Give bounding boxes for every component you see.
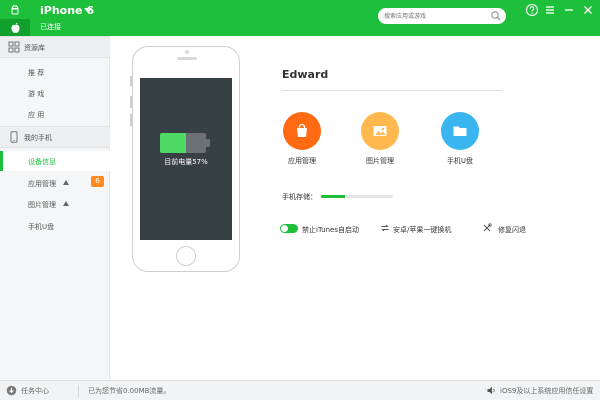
sidebar: 资源库 推 荐 游 戏 应 用 我的手机 设备信息 应用管理 6 图片管理 手机… — [0, 36, 110, 380]
battery-icon — [160, 133, 206, 153]
phone-illustration: 目前电量57% — [132, 46, 240, 272]
close-icon[interactable] — [581, 3, 595, 17]
sidebar-item-app-manager[interactable]: 应用管理 6 — [0, 173, 110, 193]
repair-tools-icon[interactable] — [482, 223, 492, 233]
section-my-phone: 我的手机 — [0, 126, 110, 148]
grid-icon — [8, 41, 20, 53]
fix-crash-button[interactable]: 修复闪退 — [498, 225, 526, 235]
sidebar-item-apps[interactable]: 应 用 — [0, 104, 110, 124]
minimize-icon[interactable] — [562, 3, 576, 17]
device-dropdown-icon[interactable] — [84, 8, 92, 13]
phone-speaker — [177, 57, 197, 60]
storage-label: 手机存储： — [282, 193, 317, 201]
section-resources-label: 资源库 — [24, 44, 45, 52]
apple-tab[interactable] — [0, 19, 30, 36]
sidebar-item-photo-manager[interactable]: 图片管理 — [0, 194, 110, 214]
phone-side-button — [130, 114, 132, 126]
expand-arrow-icon[interactable] — [63, 180, 69, 185]
android-icon — [11, 4, 19, 14]
tile-photo-manager[interactable]: 图片管理 — [361, 112, 411, 168]
menu-icon[interactable] — [543, 3, 557, 17]
shopping-bag-icon[interactable] — [283, 112, 321, 150]
status-bar: 任务中心 已为您节省0.00MB流量。 iOS9及以上系统应用信任设置 — [0, 380, 600, 400]
sidebar-item-label: 推 荐 — [28, 69, 45, 77]
tile-label: 应用管理 — [288, 157, 316, 165]
itunes-autostart-label[interactable]: 禁止iTunes自启动 — [302, 225, 359, 235]
sidebar-item-label: 设备信息 — [28, 158, 56, 166]
sidebar-item-label: 手机U盘 — [28, 223, 55, 231]
phone-screen: 目前电量57% — [140, 78, 232, 240]
search-input[interactable] — [384, 10, 484, 22]
download-icon[interactable] — [6, 385, 17, 396]
apple-icon — [11, 22, 19, 33]
sidebar-item-label: 图片管理 — [28, 201, 56, 209]
connection-status: 已连接 — [40, 23, 61, 31]
sidebar-item-usb-disk[interactable]: 手机U盘 — [0, 216, 110, 236]
tile-label: 手机U盘 — [446, 157, 474, 165]
help-icon[interactable] — [525, 3, 539, 17]
platform-switch[interactable] — [0, 0, 30, 36]
sidebar-item-recommend[interactable]: 推 荐 — [0, 62, 110, 82]
sidebar-item-label: 游 戏 — [28, 90, 45, 98]
section-resources: 资源库 — [0, 36, 110, 58]
device-owner-name: Edward — [282, 68, 329, 81]
tile-label: 图片管理 — [366, 157, 394, 165]
folder-icon[interactable] — [441, 112, 479, 150]
search-icon[interactable] — [490, 10, 502, 22]
storage-progress-bar — [321, 195, 393, 198]
toggle-knob — [281, 225, 288, 232]
sidebar-item-label: 应用管理 — [28, 180, 56, 188]
speaker-icon — [487, 386, 495, 395]
tile-usb-disk[interactable]: 手机U盘 — [441, 112, 491, 168]
saved-traffic-text: 已为您节省0.00MB流量。 — [88, 387, 171, 395]
battery-tip — [206, 139, 210, 147]
itunes-autostart-toggle[interactable] — [280, 224, 298, 233]
storage-progress-fill — [321, 195, 345, 198]
battery-label: 目前电量57% — [164, 158, 208, 166]
section-my-phone-label: 我的手机 — [24, 134, 52, 142]
trust-settings-link[interactable]: iOS9及以上系统应用信任设置 — [500, 386, 593, 396]
phone-side-button — [130, 76, 132, 86]
expand-arrow-icon[interactable] — [63, 201, 69, 206]
picture-icon[interactable] — [361, 112, 399, 150]
switch-phone-button[interactable]: 安卓/苹果一键换机 — [393, 225, 451, 235]
search-box[interactable] — [378, 8, 506, 24]
title-bar: iPhone 6 已连接 — [0, 0, 600, 36]
android-tab[interactable] — [0, 0, 30, 19]
phone-home-button — [176, 246, 196, 266]
phone-icon — [10, 131, 18, 143]
task-center-button[interactable]: 任务中心 — [21, 386, 49, 396]
divider — [282, 90, 502, 91]
sidebar-item-label: 应 用 — [28, 111, 45, 119]
battery-fill — [160, 133, 187, 153]
phone-side-button — [130, 96, 132, 108]
sidebar-item-games[interactable]: 游 戏 — [0, 83, 110, 103]
switch-phone-icon[interactable] — [380, 223, 390, 233]
divider — [78, 385, 79, 397]
phone-camera — [185, 50, 189, 54]
update-count-badge: 6 — [91, 176, 104, 187]
sidebar-item-device-info[interactable]: 设备信息 — [0, 151, 110, 171]
tile-app-manager[interactable]: 应用管理 — [283, 112, 333, 168]
